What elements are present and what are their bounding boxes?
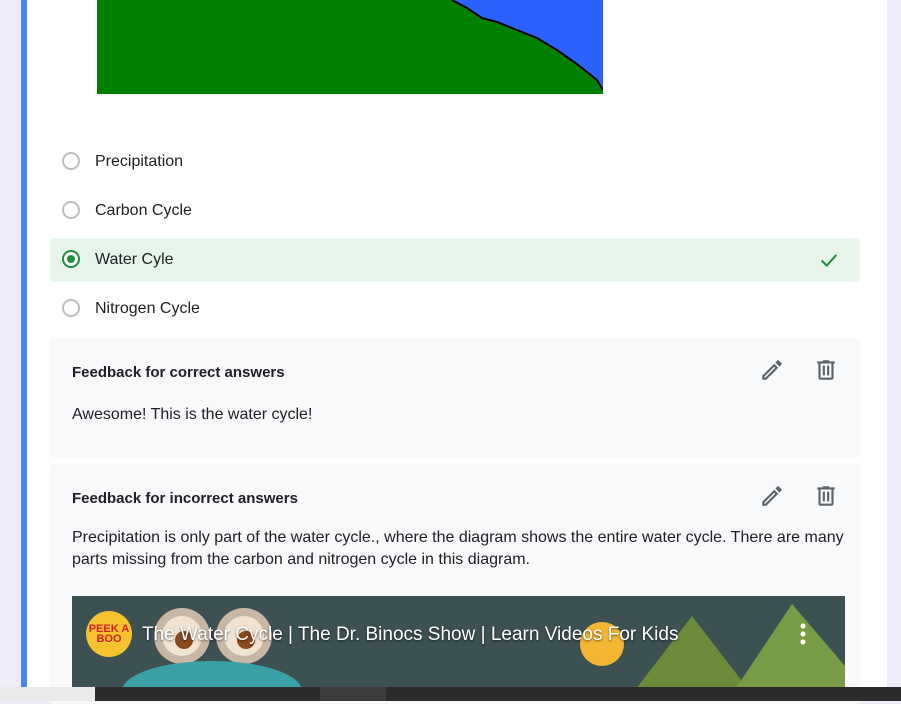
option-label: Precipitation <box>95 153 184 170</box>
feedback-correct-panel: Feedback for correct answers Awesome! Th… <box>50 338 860 458</box>
more-vert-icon[interactable] <box>798 622 808 646</box>
video-title[interactable]: The Water Cycle | The Dr. Binocs Show | … <box>142 624 678 646</box>
option-precipitation[interactable]: Precipitation <box>50 140 860 184</box>
option-label: Carbon Cycle <box>95 202 192 219</box>
radio-precipitation[interactable] <box>62 152 80 170</box>
feedback-correct-text: Awesome! This is the water cycle! <box>72 406 313 423</box>
radio-water-cyle[interactable] <box>62 250 80 268</box>
feedback-incorrect-title: Feedback for incorrect answers <box>72 490 298 507</box>
trash-icon[interactable] <box>813 357 839 383</box>
taskbar-search-area[interactable] <box>0 687 95 701</box>
option-water-cyle[interactable]: Water Cyle <box>50 238 860 282</box>
option-label: Water Cyle <box>95 251 174 268</box>
taskbar-app-button[interactable] <box>320 687 386 701</box>
checkmark-icon <box>820 254 838 267</box>
trash-icon[interactable] <box>813 483 839 509</box>
feedback-incorrect-text: Precipitation is only part of the water … <box>72 529 844 568</box>
feedback-incorrect-panel: Feedback for incorrect answers Precipita… <box>50 464 860 704</box>
youtube-video-embed[interactable]: PEEK A BOO The Water Cycle | The Dr. Bin… <box>72 596 845 694</box>
taskbar <box>0 687 901 701</box>
channel-logo-text: PEEK A BOO <box>88 623 130 645</box>
radio-nitrogen-cycle[interactable] <box>62 299 80 317</box>
channel-logo[interactable]: PEEK A BOO <box>86 611 132 657</box>
feedback-correct-title: Feedback for correct answers <box>72 364 285 381</box>
pencil-icon[interactable] <box>759 357 785 383</box>
pencil-icon[interactable] <box>759 483 785 509</box>
radio-carbon-cycle[interactable] <box>62 201 80 219</box>
option-label: Nitrogen Cycle <box>95 300 200 317</box>
page-background-edge <box>887 0 901 701</box>
option-carbon-cycle[interactable]: Carbon Cycle <box>50 189 860 233</box>
question-image <box>97 0 603 94</box>
option-nitrogen-cycle[interactable]: Nitrogen Cycle <box>50 287 860 331</box>
card-accent-bar <box>21 0 27 701</box>
